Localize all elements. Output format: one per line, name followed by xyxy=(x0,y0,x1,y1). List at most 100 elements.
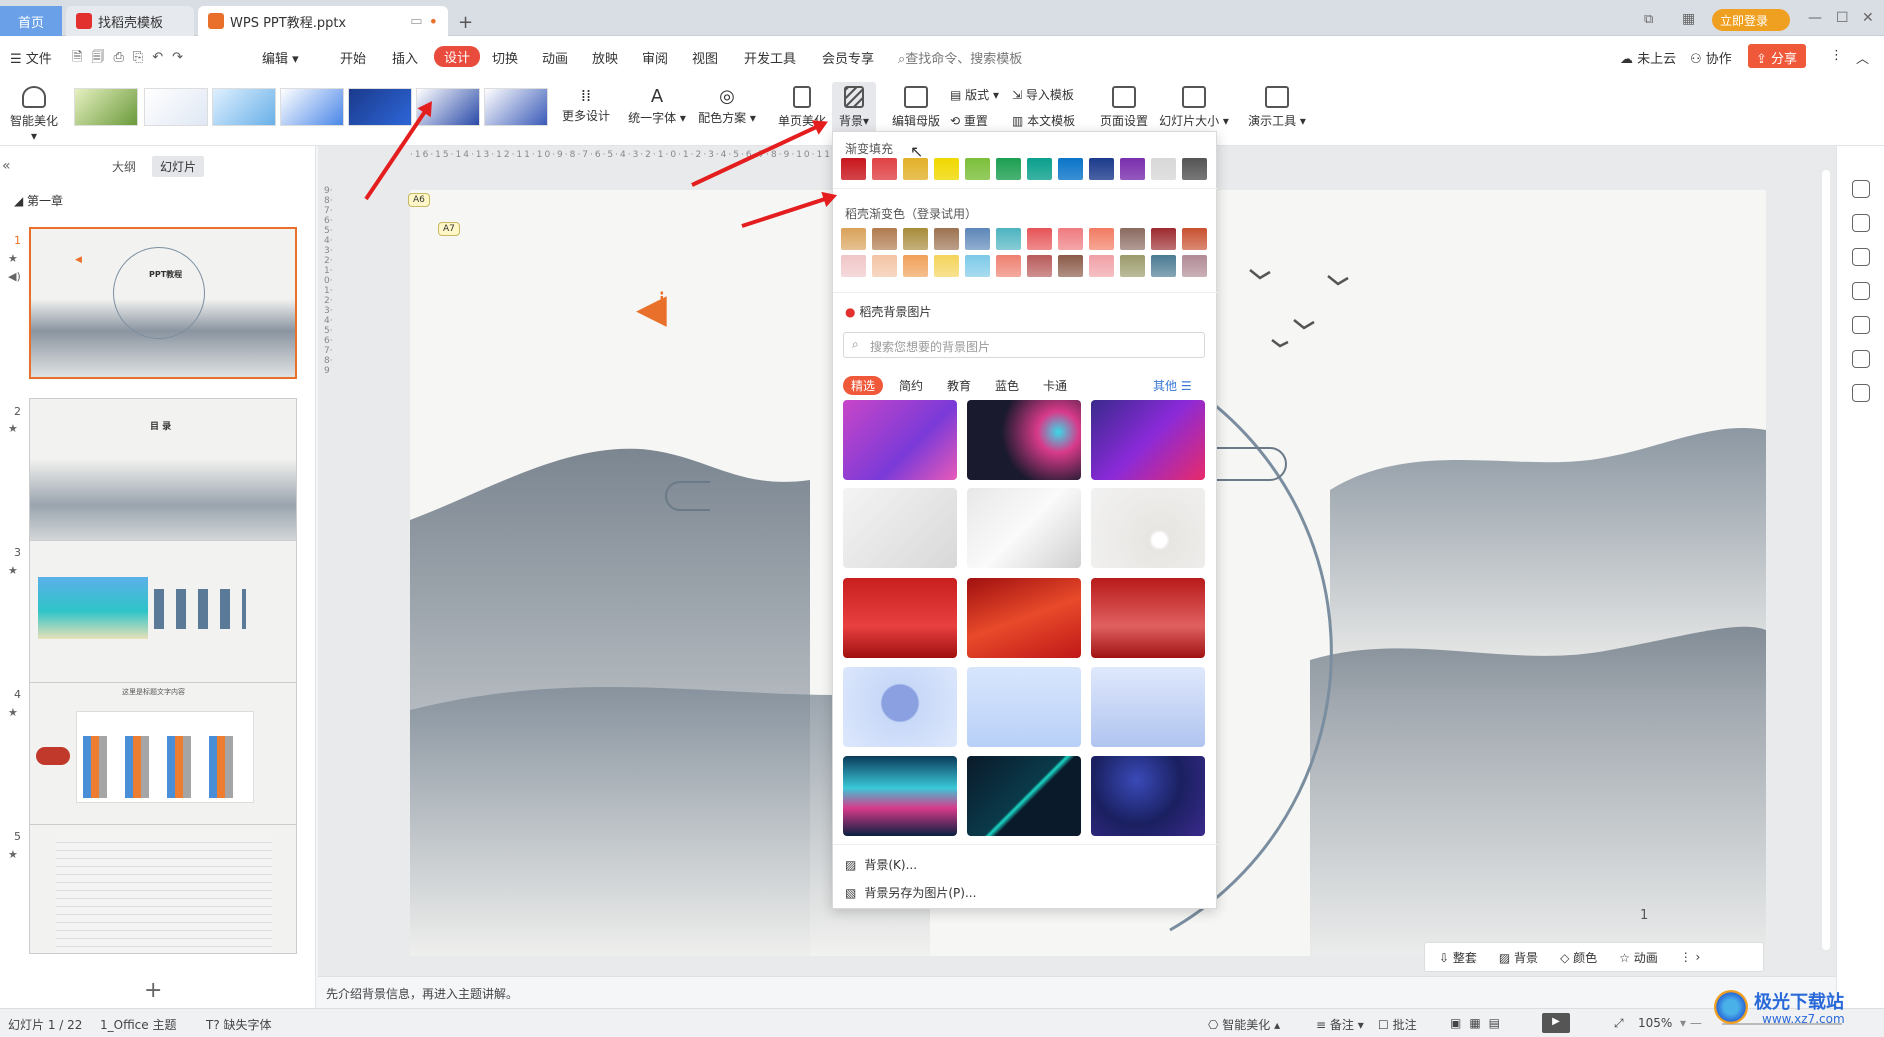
docer-gradient-swatch[interactable] xyxy=(1151,228,1176,250)
layout-icon[interactable]: ⧉ xyxy=(1644,12,1653,27)
docer-gradient-swatch[interactable] xyxy=(996,228,1021,250)
menu-developer[interactable]: 开发工具 xyxy=(744,48,796,67)
gradient-swatch[interactable] xyxy=(965,158,990,180)
bg-image-white-curve[interactable] xyxy=(967,488,1081,568)
color-scheme-button[interactable]: ◎ 配色方案 ▾ xyxy=(696,86,758,126)
background-settings-item[interactable]: ▨ 背景(K)... xyxy=(845,856,917,873)
more-icon[interactable]: ⋮ xyxy=(1830,48,1843,63)
docer-gradient-swatch[interactable] xyxy=(1120,255,1145,277)
category-education[interactable]: 教育 xyxy=(947,377,971,394)
slide-size-button[interactable]: 幻灯片大小 ▾ xyxy=(1158,86,1230,129)
page-setup-button[interactable]: 页面设置 xyxy=(1096,86,1152,129)
command-search[interactable]: ⌕查找命令、搜索模板 xyxy=(898,48,1022,67)
template-thumb-7[interactable] xyxy=(484,88,548,126)
layout-button[interactable]: ▤ 版式 ▾ xyxy=(950,86,1008,103)
menu-insert[interactable]: 插入 xyxy=(392,48,418,67)
docer-gradient-swatch[interactable] xyxy=(1089,255,1114,277)
theme-name[interactable]: 1_Office 主题 xyxy=(100,1016,176,1033)
minimize-icon[interactable]: — xyxy=(1808,10,1822,26)
docer-gradient-swatch[interactable] xyxy=(1182,255,1207,277)
add-slide-button[interactable]: + xyxy=(144,978,162,1003)
bg-image-blue-stage-1[interactable] xyxy=(843,667,957,747)
maximize-icon[interactable]: ☐ xyxy=(1836,10,1849,26)
smart-beautify-status[interactable]: ⎔ 智能美化 ▴ xyxy=(1208,1016,1280,1033)
bg-image-blue-arch[interactable] xyxy=(1091,667,1205,747)
category-simple[interactable]: 简约 xyxy=(899,377,923,394)
gradient-swatch[interactable] xyxy=(1182,158,1207,180)
slide-thumb-3[interactable] xyxy=(29,540,297,692)
bg-image-white-sphere[interactable] xyxy=(1091,488,1205,568)
bg-image-red-2[interactable] xyxy=(967,578,1081,658)
menu-animation[interactable]: 动画 xyxy=(542,48,568,67)
bg-search-input[interactable]: ⌕ 搜索您想要的背景图片 xyxy=(843,332,1205,358)
docer-gradient-swatch[interactable] xyxy=(1089,228,1114,250)
view-mode-icons[interactable]: ▣▦▤ xyxy=(1450,1016,1508,1030)
docer-gradient-swatch[interactable] xyxy=(1058,228,1083,250)
save-background-item[interactable]: ▧ 背景另存为图片(P)... xyxy=(845,884,976,901)
outline-tab[interactable]: 大纲 xyxy=(112,158,136,175)
gradient-swatch[interactable] xyxy=(1027,158,1052,180)
template-thumb-5[interactable] xyxy=(348,88,412,126)
menu-view[interactable]: 视图 xyxy=(692,48,718,67)
comments-toggle[interactable]: ☐ 批注 xyxy=(1378,1016,1417,1033)
template-thumb-3[interactable] xyxy=(212,88,276,126)
bg-image-red-1[interactable] xyxy=(843,578,957,658)
docer-gradient-swatch[interactable] xyxy=(841,255,866,277)
tab-document[interactable]: WPS PPT教程.pptx ▭ • xyxy=(198,6,448,36)
category-featured[interactable]: 精选 xyxy=(843,376,884,395)
gradient-swatch[interactable] xyxy=(903,158,928,180)
gradient-swatch[interactable] xyxy=(872,158,897,180)
bg-image-neon-1[interactable] xyxy=(843,756,957,836)
bg-image-violet[interactable] xyxy=(1091,400,1205,480)
animation-tag-a6[interactable]: A6 xyxy=(408,193,430,207)
menu-review[interactable]: 审阅 xyxy=(642,48,668,67)
float-animation-button[interactable]: ☆ 动画 xyxy=(1619,949,1658,966)
close-icon[interactable]: ✕ xyxy=(1862,10,1874,26)
quick-access-icons[interactable]: 🗎🗐⎙⎘↶↷ xyxy=(72,48,192,70)
missing-font-button[interactable]: T? 缺失字体 xyxy=(206,1016,272,1033)
star-icon[interactable] xyxy=(1852,248,1870,266)
more-icon[interactable]: ⋮ › xyxy=(1680,950,1701,964)
gradient-swatch[interactable] xyxy=(1089,158,1114,180)
docer-gradient-swatch[interactable] xyxy=(1151,255,1176,277)
edit-master-button[interactable]: 编辑母版 xyxy=(888,86,944,129)
bg-image-white-wave[interactable] xyxy=(843,488,957,568)
docer-gradient-swatch[interactable] xyxy=(965,228,990,250)
notes-bar[interactable]: 先介绍背景信息，再进入主题讲解。 xyxy=(318,976,1836,1008)
bg-image-burst[interactable] xyxy=(967,400,1081,480)
category-blue[interactable]: 蓝色 xyxy=(995,377,1019,394)
screen-icon[interactable]: ▭ xyxy=(410,14,422,29)
tab-docer-template[interactable]: 找稻壳模板 xyxy=(66,6,194,36)
section-header[interactable]: ◢ 第一章 xyxy=(14,192,63,209)
grid-icon[interactable]: ▦ xyxy=(1682,11,1695,27)
compass-icon[interactable] xyxy=(1852,350,1870,368)
slide-thumb-4[interactable]: 这里是标题文字内容 xyxy=(29,682,297,834)
slides-tab[interactable]: 幻灯片 xyxy=(152,156,205,177)
gradient-swatch[interactable] xyxy=(996,158,1021,180)
collapse-panel-icon[interactable]: « xyxy=(2,158,11,174)
category-cartoon[interactable]: 卡通 xyxy=(1043,377,1067,394)
collab-button[interactable]: ⚇ 协作 xyxy=(1690,48,1732,67)
docer-gradient-swatch[interactable] xyxy=(872,255,897,277)
float-background-button[interactable]: ▨ 背景 xyxy=(1499,949,1538,966)
slide-thumb-5[interactable] xyxy=(29,824,297,954)
menu-design[interactable]: 设计 xyxy=(434,46,481,67)
gradient-swatch[interactable] xyxy=(841,158,866,180)
docer-gradient-swatch[interactable] xyxy=(934,255,959,277)
new-tab-button[interactable]: + xyxy=(458,12,473,33)
unify-font-button[interactable]: A 统一字体 ▾ xyxy=(626,86,688,126)
login-button[interactable]: 立即登录 xyxy=(1712,9,1790,31)
more-design-button[interactable]: ⁞⁞ 更多设计 xyxy=(560,86,612,124)
gradient-swatch[interactable] xyxy=(1151,158,1176,180)
gradient-swatch[interactable] xyxy=(1120,158,1145,180)
bg-image-planet[interactable] xyxy=(1091,756,1205,836)
menu-transition[interactable]: 切换 xyxy=(492,48,518,67)
menu-member[interactable]: 会员专享 xyxy=(822,48,874,67)
slide-thumb-2[interactable]: 目 录 xyxy=(29,398,297,550)
book-icon[interactable] xyxy=(1852,384,1870,402)
docer-gradient-swatch[interactable] xyxy=(841,228,866,250)
menu-start[interactable]: 开始 xyxy=(340,48,366,67)
image-icon[interactable] xyxy=(1852,316,1870,334)
template-thumb-2[interactable] xyxy=(144,88,208,126)
float-color-button[interactable]: ◇ 颜色 xyxy=(1560,949,1597,966)
